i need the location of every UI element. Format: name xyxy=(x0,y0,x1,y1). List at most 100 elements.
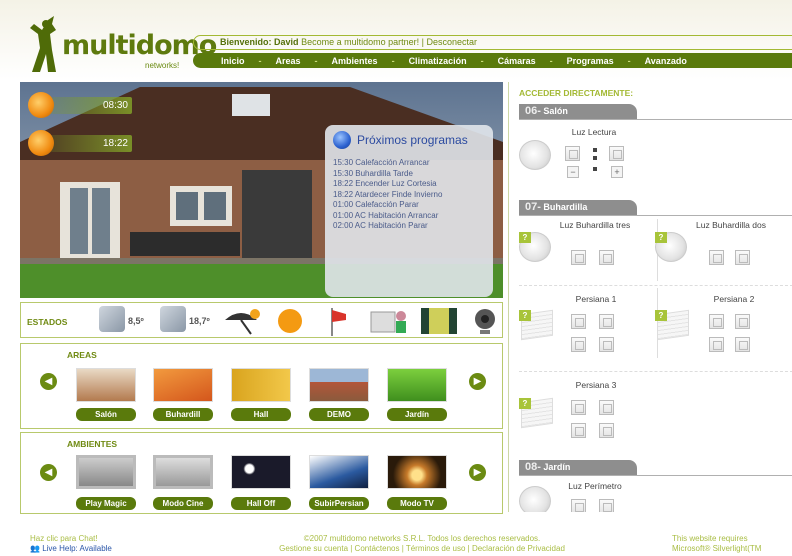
multidomo-logo[interactable]: multidomo networks! xyxy=(22,16,217,78)
ambiente-label-play-magic[interactable]: Play Magic xyxy=(76,497,136,510)
device-name: Luz Buhardilla dos xyxy=(696,220,766,230)
light-off-button[interactable] xyxy=(571,499,586,512)
light-on-button[interactable] xyxy=(599,499,614,512)
blind-stop-button[interactable] xyxy=(599,314,614,329)
room-name: Buhardilla xyxy=(543,202,588,212)
light-off-button[interactable] xyxy=(709,250,724,265)
area-label-jardin[interactable]: Jardín xyxy=(387,408,447,421)
light-off-button[interactable] xyxy=(565,146,580,161)
menu-item-avanzado[interactable]: Avanzado xyxy=(645,56,687,66)
silverlight-notice: This website requires Microsoft® Silverl… xyxy=(672,534,792,554)
welcome-links[interactable]: Become a multidomo partner! | Desconecta… xyxy=(301,37,477,47)
ambiente-thumb-subir-persianas[interactable] xyxy=(309,455,369,489)
unknown-state-badge: ? xyxy=(655,310,667,321)
ambiente-label-hall-off[interactable]: Hall Off xyxy=(231,497,291,510)
menu-item-inicio[interactable]: Inicio xyxy=(221,56,245,66)
live-help-label: Live Help: Available xyxy=(42,544,112,553)
area-thumb-hall[interactable] xyxy=(231,368,291,402)
program-item[interactable]: 01:00 Calefacción Parar xyxy=(333,200,485,211)
sun-icon[interactable] xyxy=(273,306,307,336)
outdoor-temperature: 8,5º xyxy=(128,316,144,326)
ambiente-thumb-modo-tv[interactable] xyxy=(387,455,447,489)
areas-prev-arrow-icon[interactable]: ◀ xyxy=(40,373,57,390)
ambientes-title: AMBIENTES xyxy=(67,439,118,449)
area-thumb-jardin[interactable] xyxy=(387,368,447,402)
ambiente-thumb-modo-cine[interactable] xyxy=(153,455,213,489)
dim-down-button[interactable]: − xyxy=(567,166,579,178)
webcam-icon[interactable] xyxy=(470,306,500,336)
silverlight-line2[interactable]: Microsoft® Silverlight(TM xyxy=(672,544,792,554)
room-tab-jardin[interactable]: 08- Jardín xyxy=(519,460,637,475)
blind-up-button[interactable] xyxy=(571,400,586,415)
area-label-salon[interactable]: Salón xyxy=(76,408,136,421)
light-bulb-icon[interactable] xyxy=(519,140,551,170)
ambiente-thumb-play-magic[interactable] xyxy=(76,455,136,489)
area-thumb-buhardilla[interactable] xyxy=(153,368,213,402)
areas-panel: AREAS ◀ ▶ Salón Buhardill Hall DEMO Jard… xyxy=(20,343,503,429)
dimmer-dot xyxy=(593,167,597,171)
room-number: 08- xyxy=(525,461,541,473)
upcoming-programs-panel: Próximos programas 15:30 Calefacción Arr… xyxy=(325,125,493,297)
footer-links[interactable]: Gestione su cuenta | Contáctenos | Térmi… xyxy=(222,544,622,554)
menu-item-programas[interactable]: Programas xyxy=(567,56,614,66)
program-item[interactable]: 18:22 Encender Luz Cortesia xyxy=(333,179,485,190)
main-menu: Inicio - Areas - Ambientes - Climatización -… xyxy=(193,53,792,68)
area-label-buhardilla[interactable]: Buhardill xyxy=(153,408,213,421)
menu-item-ambientes[interactable]: Ambientes xyxy=(332,56,378,66)
dim-up-button[interactable]: + xyxy=(611,166,623,178)
ambientes-next-arrow-icon[interactable]: ▶ xyxy=(469,464,486,481)
light-off-button[interactable] xyxy=(571,250,586,265)
ambiente-label-subir-persianas[interactable]: SubirPersian xyxy=(309,497,369,510)
welcome-bar: Bienvenido: David Become a multidomo par… xyxy=(193,35,792,50)
dimmer-dot xyxy=(593,156,597,160)
program-item[interactable]: 02:00 AC Habitación Parar xyxy=(333,221,485,232)
ambientes-prev-arrow-icon[interactable]: ◀ xyxy=(40,464,57,481)
umbrella-icon[interactable] xyxy=(221,306,261,336)
ambiente-label-modo-cine[interactable]: Modo Cine xyxy=(153,497,213,510)
room-tab-salon[interactable]: 06- Salón xyxy=(519,104,637,119)
light-on-button[interactable] xyxy=(735,250,750,265)
curtains-icon[interactable] xyxy=(419,306,459,336)
program-item[interactable]: 15:30 Buhardilla Tarde xyxy=(333,169,485,180)
blind-up-button[interactable] xyxy=(571,314,586,329)
light-bulb-icon[interactable] xyxy=(519,486,551,512)
blind-open-button[interactable] xyxy=(599,337,614,352)
program-item[interactable]: 18:22 Atardecer Finde Invierno xyxy=(333,190,485,201)
blind-open-button[interactable] xyxy=(735,337,750,352)
area-label-hall[interactable]: Hall xyxy=(231,408,291,421)
indoor-thermometer-icon[interactable] xyxy=(160,306,186,332)
blind-down-button[interactable] xyxy=(709,337,724,352)
program-item[interactable]: 01:00 AC Habitación Arrancar xyxy=(333,211,485,222)
calendar-person-icon[interactable] xyxy=(369,306,409,336)
blind-stop-button[interactable] xyxy=(599,400,614,415)
light-on-button[interactable] xyxy=(609,146,624,161)
menu-item-camaras[interactable]: Cámaras xyxy=(498,56,536,66)
windsock-icon[interactable] xyxy=(326,306,350,336)
direct-access-header: ACCEDER DIRECTAMENTE: xyxy=(519,88,634,98)
blind-down-button[interactable] xyxy=(571,423,586,438)
area-thumb-demo[interactable] xyxy=(309,368,369,402)
blind-up-button[interactable] xyxy=(709,314,724,329)
areas-next-arrow-icon[interactable]: ▶ xyxy=(469,373,486,390)
light-on-button[interactable] xyxy=(599,250,614,265)
house-hero-image: 08:30 18:22 Próximos programas 15:30 Cal… xyxy=(20,82,503,298)
room-tab-buhardilla[interactable]: 07- Buhardilla xyxy=(519,200,637,215)
outdoor-thermometer-icon[interactable] xyxy=(99,306,125,332)
ambiente-thumb-hall-off[interactable] xyxy=(231,455,291,489)
row-divider xyxy=(519,371,792,372)
area-label-demo[interactable]: DEMO xyxy=(309,408,369,421)
live-help-status[interactable]: 👥 Live Help: Available xyxy=(30,544,112,554)
chat-prompt[interactable]: Haz clic para Chat! xyxy=(30,534,112,544)
area-thumb-salon[interactable] xyxy=(76,368,136,402)
menu-item-climatizacion[interactable]: Climatización xyxy=(409,56,467,66)
live-help-widget[interactable]: Haz clic para Chat! 👥 Live Help: Availab… xyxy=(30,534,112,554)
unknown-state-badge: ? xyxy=(655,232,667,243)
menu-separator: - xyxy=(258,55,262,66)
menu-item-areas[interactable]: Areas xyxy=(276,56,301,66)
program-item[interactable]: 15:30 Calefacción Arrancar xyxy=(333,158,485,169)
blind-open-button[interactable] xyxy=(599,423,614,438)
blind-stop-button[interactable] xyxy=(735,314,750,329)
blind-down-button[interactable] xyxy=(571,337,586,352)
ambiente-label-modo-tv[interactable]: Modo TV xyxy=(387,497,447,510)
sunrise-clock: 08:30 xyxy=(28,92,136,118)
